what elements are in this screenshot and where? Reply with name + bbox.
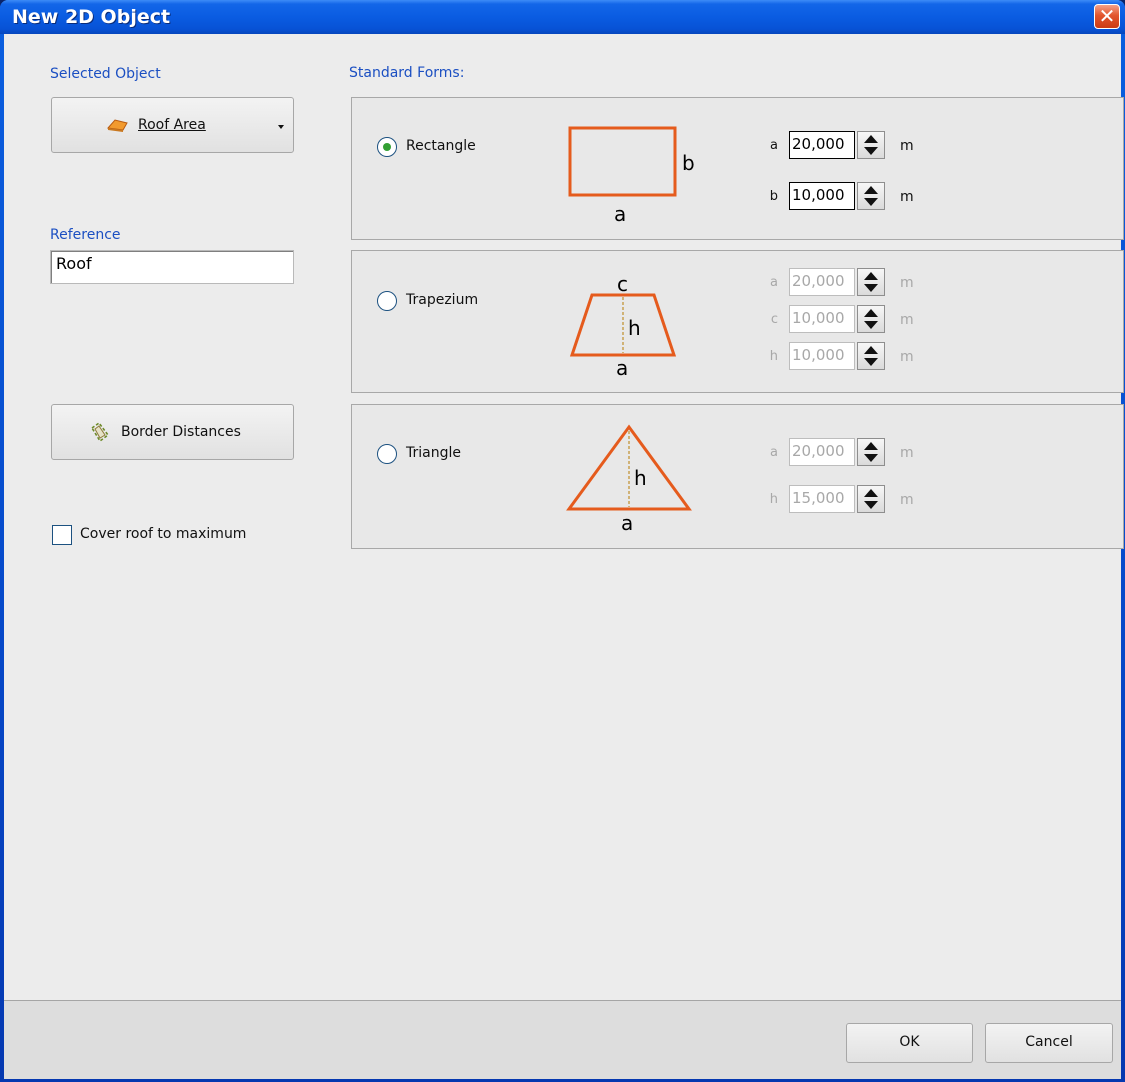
tri-a-spinner[interactable] [857, 438, 885, 466]
trap-h-spinner[interactable] [857, 342, 885, 370]
window-title: New 2D Object [12, 6, 171, 28]
arrow-down-icon [864, 147, 878, 155]
arrow-down-icon [864, 454, 878, 462]
selected-object-value: Roof Area [138, 117, 206, 133]
arrow-up-icon [864, 442, 878, 450]
trapezium-label: Trapezium [406, 292, 479, 308]
arrow-down-icon [864, 284, 878, 292]
tri-a-input[interactable]: 20,000 [789, 438, 855, 466]
reference-label: Reference [50, 227, 121, 243]
selected-dot [383, 143, 391, 151]
triangle-group: Triangle h a a 20,000 m h 15,000 m [351, 404, 1124, 549]
ok-button[interactable]: OK [846, 1023, 973, 1063]
trapezium-radio[interactable] [377, 291, 397, 311]
selected-object-label: Selected Object [50, 66, 161, 82]
cancel-button[interactable]: Cancel [985, 1023, 1113, 1063]
arrow-down-icon [864, 321, 878, 329]
trapezium-diagram: c h a [569, 272, 677, 380]
triangle-label: Triangle [406, 445, 461, 461]
arrow-up-icon [864, 186, 878, 194]
cancel-label: Cancel [1025, 1034, 1073, 1050]
tri-h-label: h [769, 492, 778, 507]
trap-c-spinner[interactable] [857, 305, 885, 333]
tri-h-input[interactable]: 15,000 [789, 485, 855, 513]
rectangle-diagram: b a [568, 126, 695, 226]
rectangle-group: Rectangle b a a 20,000 m b 10,000 m [351, 97, 1124, 240]
arrow-down-icon [864, 358, 878, 366]
arrow-down-icon [864, 198, 878, 206]
rect-a-label: a [770, 138, 778, 153]
rect-a-spinner[interactable] [857, 131, 885, 159]
triangle-side-a: a [621, 511, 633, 535]
rect-a-unit: m [900, 138, 914, 154]
trap-a-input[interactable]: 20,000 [789, 268, 855, 296]
triangle-radio[interactable] [377, 444, 397, 464]
border-distances-label: Border Distances [121, 424, 241, 440]
triangle-height: h [634, 466, 647, 490]
trap-c-label: c [770, 312, 778, 327]
rectangle-side-b: b [682, 151, 695, 175]
roof-icon [107, 119, 128, 132]
arrow-up-icon [864, 135, 878, 143]
cover-roof-checkbox[interactable] [52, 525, 72, 545]
rectangle-label: Rectangle [406, 138, 476, 154]
rect-b-input[interactable]: 10,000 [789, 182, 855, 210]
tri-h-spinner[interactable] [857, 485, 885, 513]
dialog-window: New 2D Object ✕ Selected Object Roof Are… [0, 0, 1125, 1082]
ok-label: OK [899, 1034, 920, 1050]
arrow-up-icon [864, 346, 878, 354]
reference-input[interactable]: Roof [50, 250, 294, 284]
trap-a-spinner[interactable] [857, 268, 885, 296]
arrow-up-icon [864, 489, 878, 497]
trapezium-side-a: a [616, 356, 628, 380]
tri-a-label: a [770, 445, 778, 460]
trap-h-label: h [769, 349, 778, 364]
trapezium-group: Trapezium c h a a 20,000 m c 10,000 m h … [351, 250, 1124, 393]
chevron-down-icon [278, 125, 284, 129]
rect-a-input[interactable]: 20,000 [789, 131, 855, 159]
rect-b-spinner[interactable] [857, 182, 885, 210]
rectangle-radio[interactable] [377, 137, 397, 157]
arrow-up-icon [864, 309, 878, 317]
rect-b-unit: m [900, 189, 914, 205]
trap-h-input[interactable]: 10,000 [789, 342, 855, 370]
standard-forms-label: Standard Forms: [349, 65, 465, 81]
rect-b-label: b [769, 189, 778, 204]
trapezium-side-c: c [617, 272, 628, 296]
border-distances-icon [90, 421, 110, 443]
arrow-up-icon [864, 272, 878, 280]
trap-c-input[interactable]: 10,000 [789, 305, 855, 333]
trapezium-height: h [628, 316, 641, 340]
title-bar[interactable]: New 2D Object ✕ [0, 0, 1125, 34]
tri-a-unit: m [900, 445, 914, 461]
trap-h-unit: m [900, 349, 914, 365]
cover-roof-label: Cover roof to maximum [80, 526, 247, 542]
dialog-footer: OK Cancel [4, 1000, 1121, 1079]
trap-c-unit: m [900, 312, 914, 328]
tri-h-unit: m [900, 492, 914, 508]
border-distances-button[interactable]: Border Distances [51, 404, 294, 460]
selected-object-dropdown[interactable]: Roof Area [51, 97, 294, 153]
trap-a-label: a [770, 275, 778, 290]
close-button[interactable]: ✕ [1094, 4, 1120, 29]
triangle-diagram: h a [566, 424, 692, 535]
rectangle-side-a: a [614, 202, 626, 226]
arrow-down-icon [864, 501, 878, 509]
dialog-body: Selected Object Roof Area Reference Roof… [4, 34, 1124, 1079]
trap-a-unit: m [900, 275, 914, 291]
